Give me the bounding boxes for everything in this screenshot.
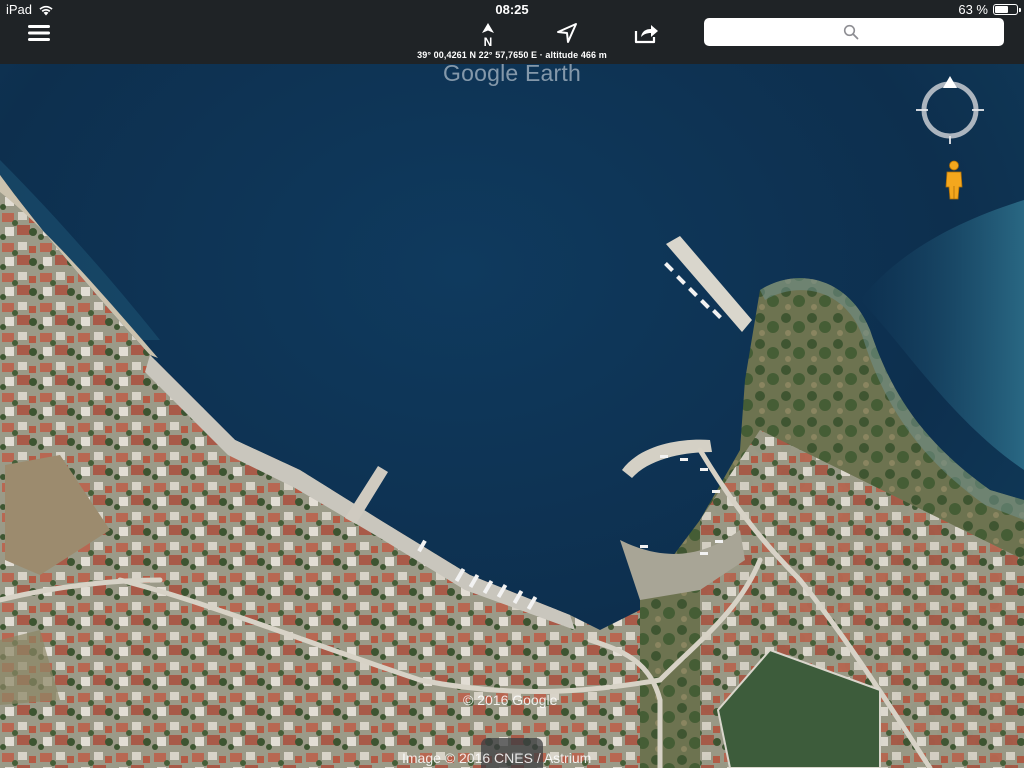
hamburger-icon xyxy=(28,25,50,41)
share-button[interactable] xyxy=(631,20,661,46)
coordinates-readout: 39° 00,4261 N 22° 57,7650 E · altitude 4… xyxy=(417,50,607,60)
status-right: 63 % xyxy=(958,2,1021,17)
satellite-map-view[interactable] xyxy=(0,0,1024,768)
menu-button[interactable] xyxy=(24,22,54,44)
north-letter: N xyxy=(484,35,493,48)
search-input[interactable] xyxy=(704,18,1004,46)
copyright-text: © 2016 Google xyxy=(463,692,558,708)
north-arrow-icon: N xyxy=(482,23,494,48)
share-icon xyxy=(634,25,658,44)
my-location-button[interactable] xyxy=(553,20,581,46)
battery-icon xyxy=(993,4,1021,15)
compass-icon[interactable] xyxy=(914,74,986,146)
location-arrow-icon xyxy=(557,23,577,43)
imagery-credit-text: Image © 2016 CNES / Astrium xyxy=(402,750,592,766)
clock: 08:25 xyxy=(495,2,529,17)
status-bar: iPad 08:25 63 % xyxy=(0,0,1024,20)
pegman-icon[interactable] xyxy=(942,160,966,200)
google-earth-watermark: Google Earth xyxy=(443,60,581,86)
battery-fill xyxy=(995,6,1009,13)
battery-percent: 63 % xyxy=(958,2,988,17)
toolbar: N 39° 00,4261 N 22° 57,7650 E · altitude… xyxy=(0,18,1024,64)
north-up-button[interactable]: N xyxy=(476,22,500,48)
